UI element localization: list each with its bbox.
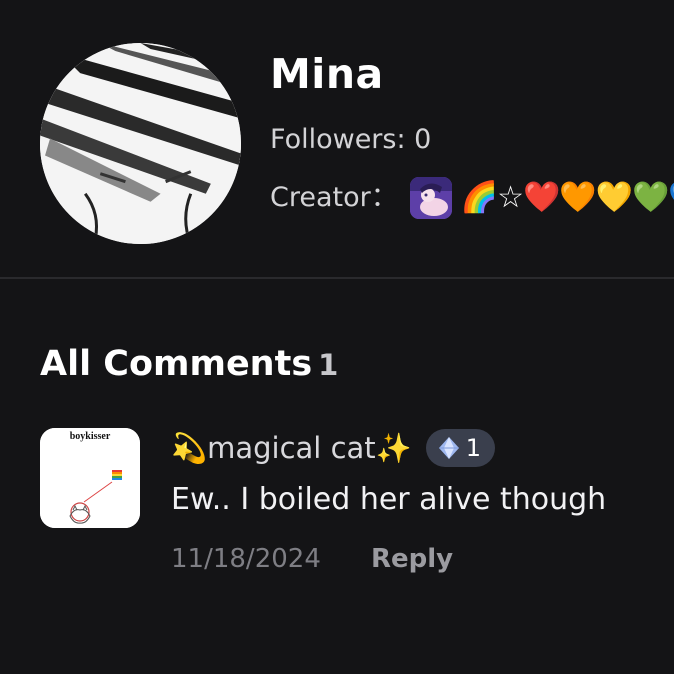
profile-avatar[interactable] xyxy=(40,43,241,244)
comments-count: 1 xyxy=(318,348,339,382)
profile-avatar-image xyxy=(40,43,241,244)
profile-name: Mina xyxy=(270,50,384,98)
comment-author-row: 💫magical cat✨ 1 xyxy=(171,426,496,470)
commenter-avatar-caption: boykisser xyxy=(70,431,111,442)
commenter-avatar-image: boykisser xyxy=(40,428,140,528)
gem-icon xyxy=(438,437,459,459)
comments-heading: All Comments 1 xyxy=(40,340,338,389)
creator-emoji-badges: 🌈☆❤️🧡💛💚💙 xyxy=(460,180,674,215)
comment-text: Ew.. I boiled her alive though xyxy=(171,482,607,517)
level-badge: 1 xyxy=(425,429,496,467)
creator-row: Creator： 🌈☆❤️🧡💛💚💙 xyxy=(270,176,674,220)
creator-avatar[interactable] xyxy=(409,177,452,219)
creator-avatar-image xyxy=(409,177,452,219)
creator-label: Creator： xyxy=(270,182,398,213)
comments-heading-label: All Comments xyxy=(40,344,313,384)
reply-button[interactable]: Reply xyxy=(371,541,453,577)
comment-date: 11/18/2024 xyxy=(171,544,321,574)
commenter-avatar[interactable]: boykisser xyxy=(40,428,140,528)
level-number: 1 xyxy=(465,434,482,462)
header-divider xyxy=(0,277,674,279)
profile-page: Mina Followers: 0 Creator： 🌈☆❤️🧡💛💚💙 All … xyxy=(0,0,674,674)
comment-username[interactable]: 💫magical cat✨ xyxy=(171,428,412,468)
followers-count[interactable]: Followers: 0 xyxy=(270,122,431,158)
